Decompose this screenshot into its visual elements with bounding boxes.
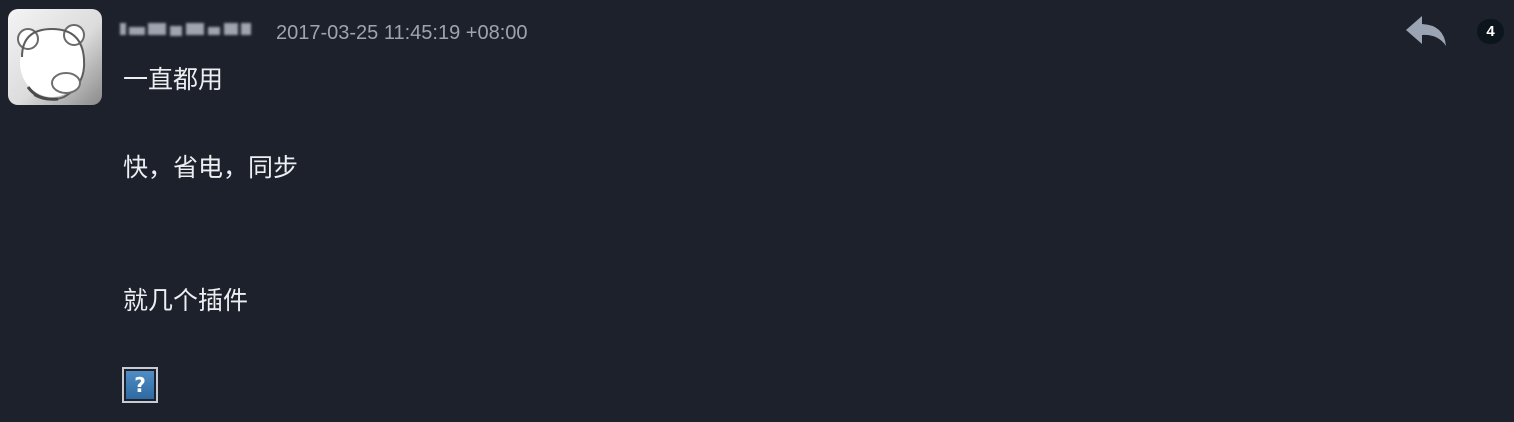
comment-line-3: 就几个插件 <box>123 286 249 315</box>
broken-image-placeholder[interactable]: ? <box>122 367 158 403</box>
comment-line-1: 一直都用 <box>123 65 224 94</box>
reply-arrow-icon <box>1406 16 1446 46</box>
comment-line-2: 快，省电，同步 <box>123 153 299 182</box>
user-avatar[interactable] <box>8 9 102 105</box>
question-mark-icon: ? <box>126 371 154 399</box>
reply-icon[interactable] <box>1402 12 1450 50</box>
author-name-redacted[interactable] <box>120 18 252 42</box>
bear-avatar-icon <box>17 24 86 101</box>
comment-timestamp: 2017-03-25 11:45:19 +08:00 <box>276 22 528 44</box>
reply-count-badge: 4 <box>1477 19 1504 44</box>
